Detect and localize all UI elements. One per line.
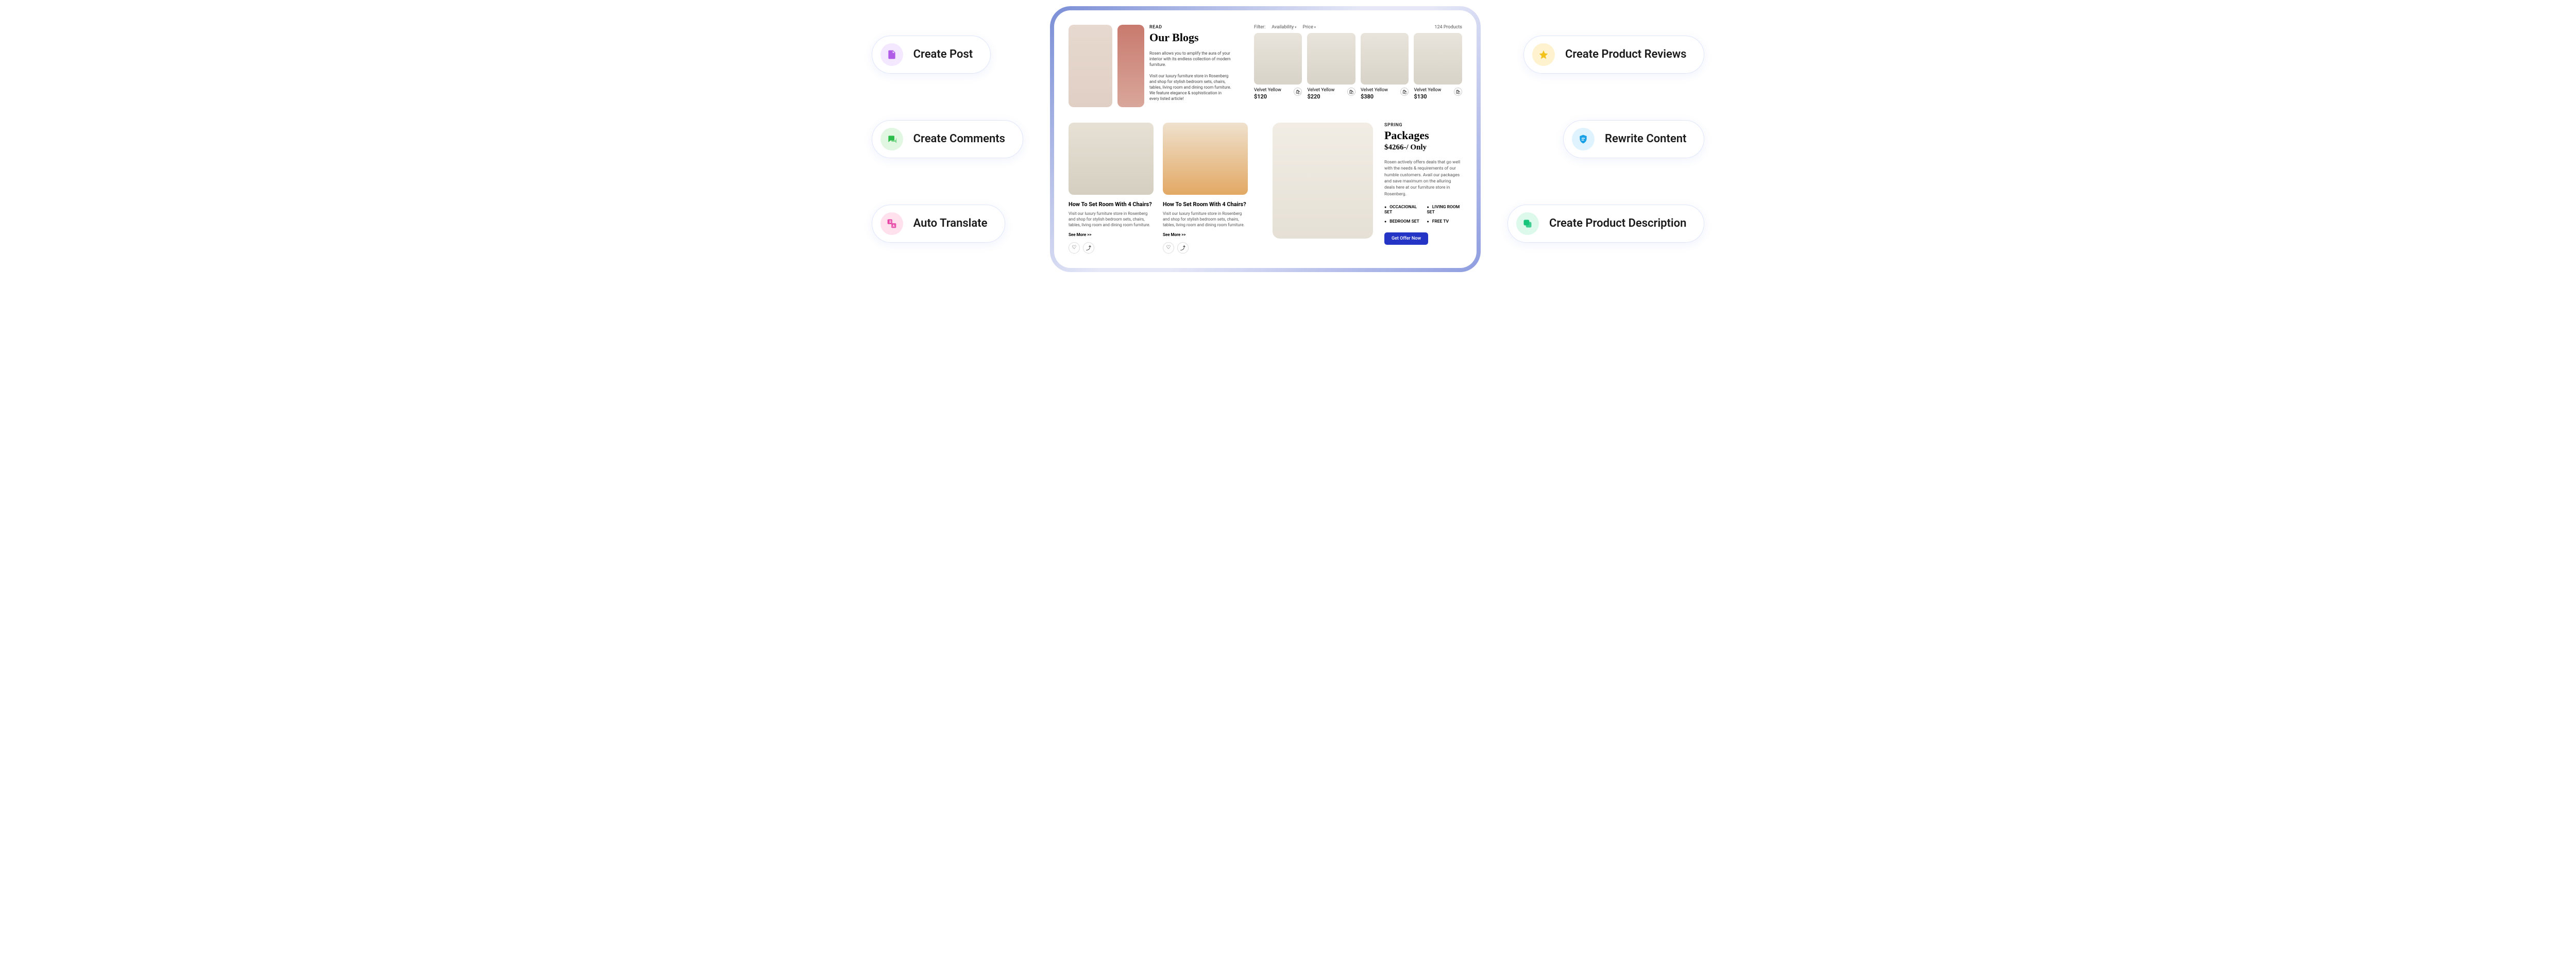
auto-translate-pill[interactable]: 文A Auto Translate <box>872 205 1006 243</box>
heart-icon[interactable]: ♡ <box>1163 242 1174 254</box>
create-comments-pill[interactable]: Create Comments <box>872 120 1023 158</box>
rewrite-content-pill[interactable]: Rewrite Content <box>1563 120 1704 158</box>
post-title: How To Set Room With 4 Chairs? <box>1069 201 1154 208</box>
share-icon[interactable]: ⤴ <box>1177 242 1189 254</box>
heart-icon[interactable]: ♡ <box>1069 242 1080 254</box>
blogs-section: READ Our Blogs Rosen allows you to ampli… <box>1069 25 1244 107</box>
promo-eyebrow: SPRING <box>1384 123 1462 128</box>
product-count: 124 Products <box>1434 25 1462 30</box>
comments-icon <box>880 128 903 150</box>
side-pills-right: Create Product Reviews Rewrite Content C… <box>1507 36 1704 243</box>
create-reviews-label: Create Product Reviews <box>1565 48 1686 61</box>
blog-thumb-1 <box>1069 25 1112 107</box>
availability-dropdown[interactable]: Availability <box>1272 25 1296 30</box>
post-body: Visit our luxury furniture store in Rose… <box>1069 211 1154 228</box>
see-more-link[interactable]: See More >> <box>1163 232 1186 237</box>
promo-section: SPRING Packages $4266-/ Only Rosen activ… <box>1273 123 1462 254</box>
product-name: Velvet Yellow <box>1361 88 1388 93</box>
bag-icon[interactable]: 🛍 <box>1400 88 1409 96</box>
feature-item: FREE TV <box>1427 219 1462 224</box>
product-price: $130 <box>1414 93 1441 100</box>
product-price: $220 <box>1307 93 1334 100</box>
product-image <box>1307 33 1355 85</box>
feature-item: OCCACIONAL SET <box>1384 205 1420 215</box>
blogs-eyebrow: READ <box>1149 25 1244 30</box>
product-card[interactable]: Velvet Yellow $120 🛍 <box>1254 33 1302 100</box>
auto-translate-label: Auto Translate <box>913 217 988 230</box>
product-price: $380 <box>1361 93 1388 100</box>
see-more-link[interactable]: See More >> <box>1069 232 1092 237</box>
feature-item: BEDROOM SET <box>1384 219 1420 224</box>
post-image <box>1069 123 1154 195</box>
bag-icon[interactable]: 🛍 <box>1294 88 1302 96</box>
blog-post: How To Set Room With 4 Chairs? Visit our… <box>1163 123 1248 254</box>
product-card[interactable]: Velvet Yellow $380 🛍 <box>1361 33 1409 100</box>
product-image <box>1414 33 1462 85</box>
create-desc-pill[interactable]: Create Product Description <box>1507 205 1704 243</box>
blog-post: How To Set Room With 4 Chairs? Visit our… <box>1069 123 1154 254</box>
post-body: Visit our luxury furniture store in Rose… <box>1163 211 1248 228</box>
share-icon[interactable]: ⤴ <box>1083 242 1094 254</box>
blog-thumb-2 <box>1117 25 1144 107</box>
bag-icon[interactable]: 🛍 <box>1454 88 1462 96</box>
create-desc-label: Create Product Description <box>1549 217 1686 230</box>
price-dropdown[interactable]: Price <box>1302 25 1316 30</box>
product-card[interactable]: Velvet Yellow $130 🛍 <box>1414 33 1462 100</box>
promo-price: $4266-/ Only <box>1384 143 1462 152</box>
copy-icon <box>1516 212 1539 235</box>
blogs-p2: Visit our luxury furniture store in Rose… <box>1149 73 1232 102</box>
create-comments-label: Create Comments <box>913 132 1005 145</box>
translate-icon: 文A <box>880 212 903 235</box>
blogs-p1: Rosen allows you to amplify the aura of … <box>1149 51 1232 68</box>
get-offer-button[interactable]: Get Offer Now <box>1384 232 1428 245</box>
feature-item: LIVING ROOM SET <box>1427 205 1462 215</box>
create-reviews-pill[interactable]: Create Product Reviews <box>1523 36 1704 74</box>
catalog-section: Filter: Availability Price 124 Products … <box>1254 25 1462 107</box>
product-name: Velvet Yellow <box>1414 88 1441 93</box>
preview-card: READ Our Blogs Rosen allows you to ampli… <box>1054 10 1477 268</box>
star-icon <box>1532 43 1555 66</box>
create-post-pill[interactable]: Create Post <box>872 36 991 74</box>
post-title: How To Set Room With 4 Chairs? <box>1163 201 1248 208</box>
product-card[interactable]: Velvet Yellow $220 🛍 <box>1307 33 1355 100</box>
bag-icon[interactable]: 🛍 <box>1347 88 1355 96</box>
promo-image <box>1273 123 1373 239</box>
product-image <box>1254 33 1302 85</box>
blogs-title: Our Blogs <box>1149 31 1244 44</box>
product-name: Velvet Yellow <box>1254 88 1281 93</box>
promo-body: Rosen actively offers deals that go well… <box>1384 159 1462 197</box>
promo-title: Packages <box>1384 129 1462 142</box>
shield-edit-icon <box>1572 128 1595 150</box>
side-pills-left: Create Post Create Comments 文A Auto Tran… <box>872 36 1023 243</box>
filter-label: Filter: <box>1254 25 1265 30</box>
product-name: Velvet Yellow <box>1307 88 1334 93</box>
rewrite-content-label: Rewrite Content <box>1605 132 1686 145</box>
create-post-label: Create Post <box>913 48 973 61</box>
post-image <box>1163 123 1248 195</box>
document-icon <box>880 43 903 66</box>
product-image <box>1361 33 1409 85</box>
svg-text:文: 文 <box>889 220 892 224</box>
product-price: $120 <box>1254 93 1281 100</box>
svg-text:A: A <box>892 225 894 228</box>
